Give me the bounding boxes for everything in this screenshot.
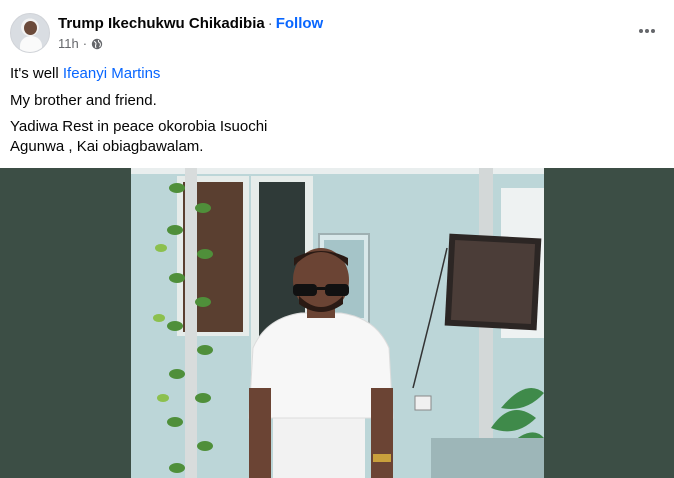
more-options-icon[interactable] [638, 22, 656, 40]
author-line: Trump Ikechukwu Chikadibia · Follow [58, 15, 323, 32]
line1-text: It's well [10, 65, 63, 82]
post-line-4: Agunwa , Kai obiagbawalam. [10, 138, 204, 155]
follow-button[interactable]: Follow [276, 15, 324, 32]
avatar-head [24, 21, 37, 35]
post-meta: 11h · [58, 36, 103, 51]
post-media[interactable] [0, 168, 674, 478]
post-line-2: My brother and friend. [10, 92, 157, 109]
avatar[interactable] [10, 13, 50, 53]
avatar-body [20, 36, 42, 52]
separator-dot: · [267, 15, 273, 32]
post-time[interactable]: 11h [58, 36, 79, 51]
post-line-3: Yadiwa Rest in peace okorobia Isuochi [10, 118, 268, 135]
mention-link[interactable]: Ifeanyi Martins [63, 65, 161, 82]
author-name[interactable]: Trump Ikechukwu Chikadibia [58, 15, 265, 32]
post-header: Trump Ikechukwu Chikadibia · Follow 11h · [0, 0, 674, 60]
post-line-1: It's well Ifeanyi Martins [10, 64, 160, 84]
globe-icon [91, 38, 103, 50]
post-photo[interactable] [131, 168, 544, 478]
time-separator: · [82, 36, 88, 51]
